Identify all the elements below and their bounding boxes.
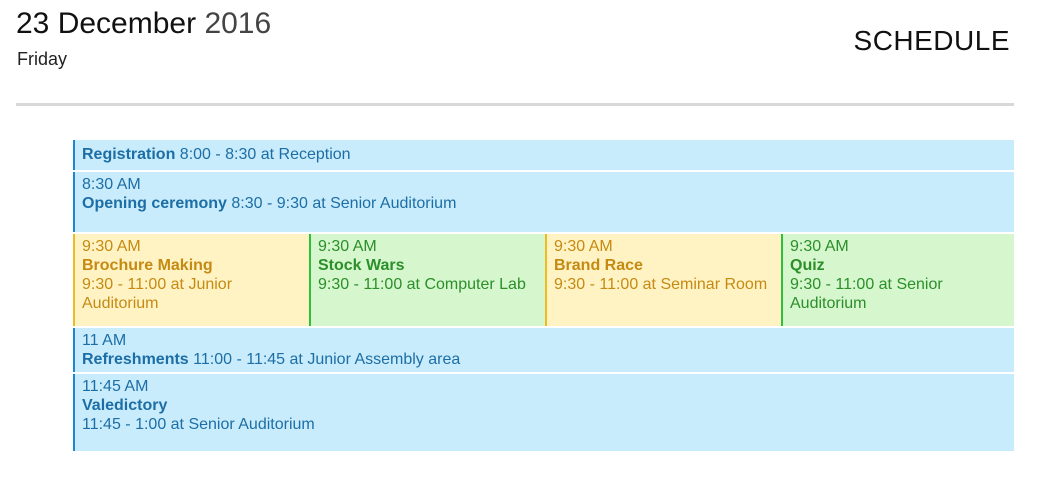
event-name: Valedictory [82,397,168,414]
event-stock-wars[interactable]: 9:30 AM Stock Wars 9:30 - 11:00 at Compu… [309,234,545,326]
event-name: Registration [82,146,176,163]
event-refreshments[interactable]: 11 AM Refreshments 11:00 - 11:45 at Juni… [73,328,1014,372]
event-detail: 8:00 - 8:30 at Reception [179,146,351,163]
event-time: 9:30 AM [790,238,849,255]
event-detail: 9:30 - 11:00 at Senior Auditorium [790,276,943,312]
event-name: Brand Race [554,257,643,274]
event-detail: 9:30 - 11:00 at Computer Lab [318,276,526,293]
event-detail: 8:30 - 9:30 at Senior Auditorium [231,195,457,212]
event-name: Quiz [790,257,825,274]
event-registration[interactable]: Registration 8:00 - 8:30 at Reception [73,140,1014,170]
header-divider [16,103,1014,106]
event-quiz[interactable]: 9:30 AM Quiz 9:30 - 11:00 at Senior Audi… [781,234,1014,326]
event-time: 9:30 AM [554,238,613,255]
page-title: SCHEDULE [853,25,1010,56]
event-detail: 11:45 - 1:00 at Senior Auditorium [82,416,315,433]
event-time: 11 AM [82,332,127,349]
event-time: 11:45 AM [82,378,149,395]
event-name: Brochure Making [82,257,213,274]
event-detail: 11:00 - 11:45 at Junior Assembly area [193,351,461,368]
event-detail: 9:30 - 11:00 at Seminar Room [554,276,768,293]
event-opening-ceremony[interactable]: 8:30 AM Opening ceremony 8:30 - 9:30 at … [73,172,1014,232]
event-time: 9:30 AM [82,238,141,255]
event-name: Stock Wars [318,257,405,274]
event-name: Opening ceremony [82,195,227,212]
event-valedictory[interactable]: 11:45 AM Valedictory 11:45 - 1:00 at Sen… [73,374,1014,451]
year-text: 2016 [204,7,272,40]
date-heading: 23 December 2016 [16,6,271,42]
event-time: 8:30 AM [82,176,141,193]
event-name: Refreshments [82,351,189,368]
event-detail: 9:30 - 11:00 at Junior Auditorium [82,276,233,312]
date-text: 23 December [16,7,197,40]
page-header: 23 December 2016 Friday SCHEDULE [0,0,1052,106]
event-time: 9:30 AM [318,238,377,255]
event-brand-race[interactable]: 9:30 AM Brand Race 9:30 - 11:00 at Semin… [545,234,781,326]
weekday-text: Friday [17,49,68,69]
event-brochure-making[interactable]: 9:30 AM Brochure Making 9:30 - 11:00 at … [73,234,309,326]
